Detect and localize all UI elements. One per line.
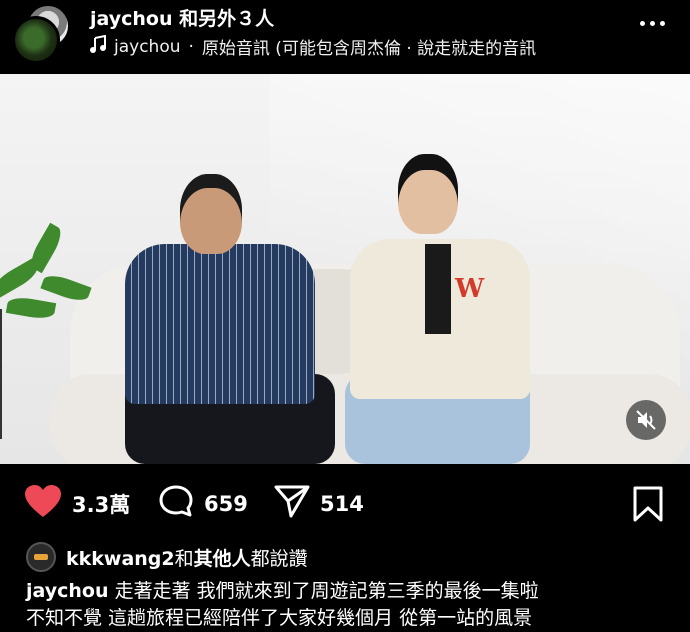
comment-count[interactable]: 659 — [204, 492, 248, 516]
caption-text-line1: 走著走著 我們就來到了周遊記第三季的最後一集啦 — [114, 580, 539, 602]
reel-video[interactable]: W — [0, 74, 690, 464]
coauthors-label[interactable]: 和另外３人 — [179, 8, 274, 30]
liked-by-others[interactable]: 其他人 — [194, 548, 251, 570]
person-left — [125, 244, 315, 404]
avatar-stack[interactable] — [12, 4, 70, 64]
liked-by-joiner: 和 — [174, 547, 194, 570]
audio-username: jaychou — [114, 36, 181, 57]
heart-icon[interactable] — [24, 484, 62, 523]
share-button[interactable]: 514 — [274, 484, 364, 523]
plant — [0, 222, 92, 439]
liker-username[interactable]: kkkwang2 — [66, 548, 175, 570]
avatar[interactable] — [12, 16, 60, 64]
author-username[interactable]: jaychou — [90, 8, 173, 30]
liked-by-suffix: 都說讚 — [250, 547, 308, 570]
person-right — [425, 244, 451, 334]
caption-username[interactable]: jaychou — [26, 580, 109, 602]
like-count[interactable]: 3.3萬 — [72, 489, 130, 519]
share-count[interactable]: 514 — [320, 492, 364, 516]
post-header: jaychou 和另外３人 jaychou · 原始音訊 (可能包含周杰倫 · … — [0, 0, 690, 74]
mute-icon[interactable] — [626, 400, 666, 440]
jacket-logo: W — [455, 274, 485, 304]
person-left — [180, 174, 242, 254]
more-icon[interactable] — [640, 14, 668, 34]
post-author-line[interactable]: jaychou 和另外３人 — [90, 4, 274, 31]
person-right — [398, 154, 458, 234]
bookmark-icon[interactable] — [632, 486, 664, 526]
audio-attribution[interactable]: jaychou · 原始音訊 (可能包含周杰倫 · 說走就走的音訊 — [90, 34, 536, 59]
post-caption: jaychou 走著走著 我們就來到了周遊記第三季的最後一集啦 不知不覺 這趟旅… — [26, 578, 539, 632]
action-bar: 3.3萬 659 514 — [0, 474, 690, 534]
caption-text-line2: 不知不覺 這趟旅程已經陪伴了大家好幾個月 從第一站的風景 — [26, 607, 533, 629]
music-note-icon — [90, 34, 106, 58]
liked-by-line[interactable]: kkkwang2和其他人都說讚 — [26, 542, 308, 572]
avatar[interactable] — [26, 542, 56, 572]
comment-icon[interactable] — [158, 484, 194, 523]
like-button[interactable]: 3.3萬 — [24, 484, 130, 523]
audio-title: 原始音訊 (可能包含周杰倫 · 說走就走的音訊 — [201, 39, 537, 59]
share-icon[interactable] — [274, 484, 310, 523]
comment-button[interactable]: 659 — [158, 484, 248, 523]
audio-separator: · — [188, 36, 194, 57]
